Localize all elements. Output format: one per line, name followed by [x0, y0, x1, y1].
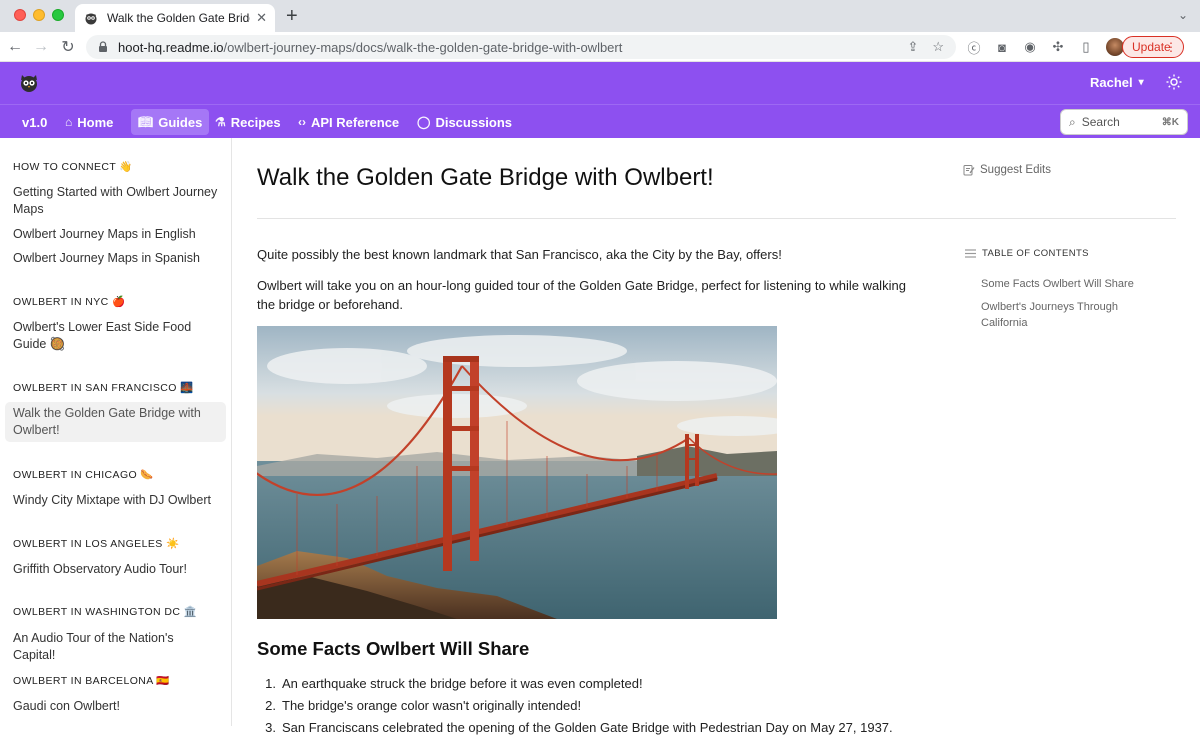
window-close-button[interactable] — [14, 9, 26, 21]
side-panel-icon[interactable]: ▯ — [1078, 39, 1094, 55]
share-icon[interactable]: ⇪ — [907, 39, 918, 55]
tab-discussions-label: Discussions — [435, 114, 513, 130]
sidebar-item-getting-started[interactable]: Getting Started with Owlbert Journey Map… — [5, 181, 226, 221]
sidebar: HOW TO CONNECT 👋 Getting Started with Ow… — [0, 138, 232, 726]
home-icon: ⌂ — [65, 115, 73, 129]
book-icon: 📖︎ — [138, 115, 154, 129]
facts-list: 1. An earthquake struck the bridge before… — [257, 673, 917, 739]
fact-text: The bridge's orange color wasn't origina… — [282, 698, 582, 713]
title-divider — [257, 218, 1176, 219]
code-icon: ‹› — [298, 115, 306, 129]
tab-recipes[interactable]: ⚗︎ Recipes — [208, 109, 288, 135]
user-name: Rachel — [1090, 75, 1133, 90]
sidebar-item-nations-capital[interactable]: An Audio Tour of the Nation's Capital! — [5, 627, 226, 667]
browser-tab[interactable]: Walk the Golden Gate Bridge with Owlbert… — [75, 4, 275, 32]
sidebar-section-title: OWLBERT IN LOS ANGELES ☀️ — [13, 538, 180, 550]
list-item: 2. The bridge's orange color wasn't origi… — [257, 695, 917, 717]
tab-title: Walk the Golden Gate Bridge with Owlbert — [107, 11, 250, 25]
tab-recipes-label: Recipes — [230, 114, 281, 130]
puzzle-extensions-icon[interactable]: ✣ — [1050, 39, 1066, 55]
reload-icon[interactable]: ↻ — [58, 37, 78, 57]
page-title: Walk the Golden Gate Bridge with Owlbert… — [257, 164, 714, 191]
chat-bubble-icon: ◯ — [417, 115, 431, 129]
browser-toolbar: ← → ↻ hoot-hq.readme.io/owlbert-journey-… — [0, 32, 1200, 62]
tab-close-icon[interactable]: ✕ — [256, 10, 267, 26]
description-paragraph: Owlbert will take you on an hour-long gu… — [257, 278, 906, 312]
sidebar-item-windy-city[interactable]: Windy City Mixtape with DJ Owlbert — [5, 489, 226, 512]
sidebar-section-title: OWLBERT IN SAN FRANCISCO 🌉 — [13, 382, 194, 394]
owl-favicon-icon — [83, 10, 99, 26]
suggest-edits-link[interactable]: Suggest Edits — [963, 164, 1051, 176]
version-selector[interactable]: v1.0 — [15, 109, 54, 135]
chevron-down-icon: ▾ — [1138, 77, 1144, 88]
tab-discussions[interactable]: ◯ Discussions — [410, 109, 519, 135]
sidebar-item-griffith[interactable]: Griffith Observatory Audio Tour! — [5, 558, 226, 581]
camera-icon[interactable]: ◙ — [994, 39, 1010, 55]
search-shortcut: ⌘K — [1161, 116, 1179, 128]
owlbert-logo[interactable] — [18, 71, 40, 93]
flask-icon: ⚗︎ — [215, 115, 226, 129]
search-input[interactable]: ⌕ Search ⌘K — [1060, 109, 1188, 135]
forward-arrow-icon[interactable]: → — [31, 37, 51, 57]
site-header: Rachel ▾ — [0, 62, 1200, 104]
toc-heading-label: TABLE OF CONTENTS — [982, 248, 1089, 259]
list-icon — [965, 249, 976, 258]
sidebar-item-english[interactable]: Owlbert Journey Maps in English — [5, 223, 226, 246]
extension-disc-icon[interactable]: ◉ — [1022, 39, 1038, 55]
tab-home-label: Home — [77, 114, 114, 130]
bookmark-star-icon[interactable]: ☆ — [932, 39, 944, 55]
tab-api-reference[interactable]: ‹› API Reference — [291, 109, 406, 135]
more-vertical-icon[interactable]: ⋮ — [1165, 40, 1177, 54]
url-text: hoot-hq.readme.io/owlbert-journey-maps/d… — [118, 40, 622, 55]
extension-c-icon[interactable]: ⓒ — [966, 39, 982, 56]
version-label: v1.0 — [22, 114, 48, 130]
url-path: /owlbert-journey-maps/docs/walk-the-gold… — [223, 39, 623, 55]
update-button[interactable]: Update ⋮ — [1122, 36, 1184, 58]
fact-text: San Franciscans celebrated the opening o… — [282, 720, 893, 735]
edit-pencil-icon — [963, 165, 975, 176]
search-placeholder: Search — [1081, 115, 1120, 129]
list-item: 1. An earthquake struck the bridge before… — [257, 673, 917, 695]
address-bar[interactable]: hoot-hq.readme.io/owlbert-journey-maps/d… — [86, 35, 956, 59]
toc-item-facts[interactable]: Some Facts Owlbert Will Share — [981, 276, 1151, 292]
sun-theme-icon[interactable] — [1166, 74, 1182, 90]
sidebar-item-food-guide[interactable]: Owlbert's Lower East Side Food Guide 🥘 — [5, 316, 226, 356]
fact-text: An earthquake struck the bridge before i… — [282, 676, 643, 691]
tab-guides[interactable]: 📖︎ Guides — [131, 109, 210, 135]
sidebar-item-spanish[interactable]: Owlbert Journey Maps in Spanish — [5, 247, 226, 270]
back-arrow-icon[interactable]: ← — [5, 37, 25, 57]
sidebar-item-gaudi[interactable]: Gaudi con Owlbert! — [5, 695, 226, 718]
sidebar-section-title: OWLBERT IN NYC 🍎 — [13, 296, 126, 308]
window-zoom-button[interactable] — [52, 9, 64, 21]
tab-search-chevron-icon[interactable]: ⌄ — [1178, 8, 1188, 22]
toc-heading: TABLE OF CONTENTS — [965, 248, 1089, 259]
sidebar-section-title: OWLBERT IN BARCELONA 🇪🇸 — [13, 675, 170, 687]
sidebar-item-golden-gate[interactable]: Walk the Golden Gate Bridge with Owlbert… — [5, 402, 226, 442]
tab-guides-label: Guides — [158, 114, 203, 130]
intro-paragraph: Quite possibly the best known landmark t… — [257, 247, 782, 262]
new-tab-icon[interactable]: + — [286, 5, 298, 28]
sidebar-section-title: HOW TO CONNECT 👋 — [13, 161, 133, 173]
golden-gate-bridge-image — [257, 326, 777, 619]
window-minimize-button[interactable] — [33, 9, 45, 21]
section-heading: Some Facts Owlbert Will Share — [257, 638, 530, 659]
lock-icon — [99, 41, 107, 52]
browser-tab-strip: Walk the Golden Gate Bridge with Owlbert… — [0, 0, 1200, 32]
sidebar-section-title: OWLBERT IN CHICAGO 🌭 — [13, 469, 154, 481]
tab-home[interactable]: ⌂ Home — [58, 109, 120, 135]
user-menu[interactable]: Rachel ▾ — [1090, 75, 1144, 90]
list-item: 3. San Franciscans celebrated the opening… — [257, 717, 917, 739]
sidebar-section-title: OWLBERT IN WASHINGTON DC 🏛️ — [13, 606, 198, 618]
search-icon: ⌕ — [1069, 114, 1076, 129]
url-host: hoot-hq.readme.io — [118, 39, 224, 55]
suggest-edits-label: Suggest Edits — [980, 164, 1051, 176]
tab-api-reference-label: API Reference — [311, 114, 400, 130]
site-nav: v1.0 ⌂ Home 📖︎ Guides ⚗︎ Recipes ‹› API Refe… — [0, 104, 1200, 138]
toc-item-journeys[interactable]: Owlbert's Journeys Through California — [981, 299, 1151, 331]
